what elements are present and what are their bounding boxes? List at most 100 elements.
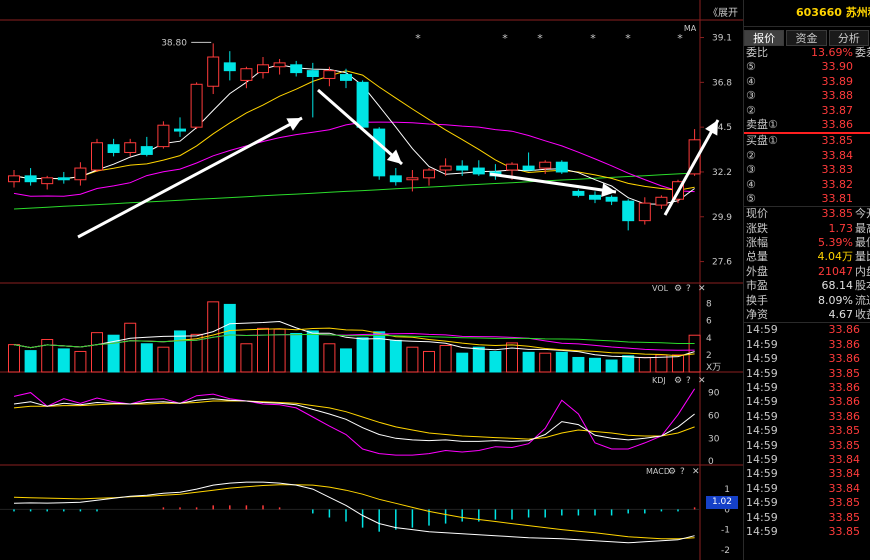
volume-bar	[340, 348, 352, 373]
buy-order-book: 买盘① 33.85 ② 33.84 ③ 33.83 ④ 33.82 ⑤ 33.81	[744, 134, 870, 206]
tab-funds[interactable]: 资金	[786, 30, 827, 46]
tick-time: 14:59	[746, 452, 778, 466]
kdj-axis-label: 30	[708, 434, 720, 444]
row-value: 33.82	[821, 177, 854, 191]
candle-body	[124, 142, 137, 153]
row-value: 33.86	[821, 117, 854, 131]
settings-icon[interactable]: ⚙	[668, 467, 676, 477]
stock-name: 苏州科	[845, 6, 870, 19]
tick-row[interactable]: 14:59 33.86	[744, 410, 870, 424]
tick-price: 33.86	[828, 395, 861, 409]
close-icon[interactable]: ✕	[692, 467, 700, 477]
sell-level-row: ③ 33.88	[744, 89, 870, 103]
candle-body	[157, 124, 170, 148]
tick-list[interactable]: 14:59 33.86 14:59 33.86 14:59 33.86 14:59 33.85…	[744, 323, 870, 539]
settings-icon[interactable]: ⚙	[674, 376, 682, 386]
candle-body	[456, 165, 469, 171]
tick-row[interactable]: 14:59 33.86	[744, 395, 870, 409]
volume-bar	[539, 352, 552, 373]
candle	[174, 117, 186, 137]
volume-bar	[91, 332, 103, 373]
tick-row[interactable]: 14:59 33.86	[744, 381, 870, 395]
close-icon[interactable]: ✕	[698, 376, 706, 386]
candle	[74, 162, 87, 186]
tick-price: 33.86	[828, 352, 861, 366]
candle-body	[273, 62, 286, 68]
webi-row: 委比 13.69% 委差	[744, 46, 870, 60]
row-value: 4.67	[828, 308, 854, 322]
row-value: 33.90	[821, 60, 854, 74]
row-label: ②	[746, 148, 756, 162]
row-label: ⑤	[746, 191, 756, 205]
tick-row[interactable]: 14:59 33.85	[744, 424, 870, 438]
tick-row[interactable]: 14:59 33.85	[744, 367, 870, 381]
tick-row[interactable]: 14:59 33.85	[744, 511, 870, 525]
tab-quote[interactable]: 报价	[744, 30, 785, 46]
candle-body	[107, 144, 120, 153]
candle	[356, 80, 369, 130]
candle-body	[638, 202, 651, 222]
candle	[91, 138, 103, 172]
tick-time: 14:59	[746, 395, 778, 409]
candle	[572, 189, 585, 198]
tick-price: 33.84	[828, 452, 861, 466]
volume-bar	[290, 333, 303, 373]
candle	[306, 62, 319, 118]
row-value: 8.09%	[818, 293, 853, 307]
candle-body	[356, 81, 369, 128]
tick-time: 14:59	[746, 337, 778, 351]
event-star-icon: *	[502, 32, 508, 45]
event-star-icon: *	[625, 32, 631, 45]
row-extra: 收益	[855, 308, 870, 322]
help-icon[interactable]: ?	[686, 376, 691, 386]
candle	[207, 43, 220, 95]
candle-body	[506, 163, 518, 171]
volume-bar	[157, 346, 170, 373]
tick-row[interactable]: 14:59 33.85	[744, 525, 870, 539]
stat-row: 涨幅 5.39%最低	[744, 236, 870, 250]
volume-bar	[522, 351, 535, 373]
row-label: ④	[746, 177, 756, 191]
expand-button[interactable]: 《展开	[708, 4, 738, 19]
candle	[489, 164, 502, 180]
candle-body	[572, 190, 585, 196]
tick-time: 14:59	[746, 467, 778, 481]
row-extra: 量比	[855, 250, 870, 264]
candle-body	[24, 175, 37, 183]
tick-row[interactable]: 14:59 33.84	[744, 453, 870, 467]
volume-bar	[672, 354, 684, 373]
row-label: 涨幅	[746, 236, 768, 250]
volume-bar	[622, 355, 635, 373]
webi-extra: 委差	[855, 46, 870, 59]
row-value: 33.81	[821, 191, 854, 205]
candle	[223, 51, 236, 81]
tick-row[interactable]: 14:59 33.84	[744, 467, 870, 481]
candle-body	[223, 62, 236, 72]
volume-bar	[389, 339, 402, 373]
tick-row[interactable]: 14:59 33.84	[744, 482, 870, 496]
tick-row[interactable]: 14:59 33.85	[744, 439, 870, 453]
quote-tabs: 报价 资金 分析	[744, 30, 870, 46]
volume-bar	[423, 350, 435, 373]
kline-chart-svg[interactable]: 39.136.834.532.229.927.6MA* * * * * *38.80864…	[0, 0, 743, 560]
settings-icon[interactable]: ⚙	[674, 284, 682, 294]
close-icon[interactable]: ✕	[698, 284, 706, 294]
kline-chart-area[interactable]: 39.1 36.8 34.5 32.2 29.9 27.6 MA * * * * * * 38.80 8 6 4…	[0, 0, 743, 560]
tick-row[interactable]: 14:59 33.86	[744, 323, 870, 337]
candle-body	[472, 167, 485, 175]
tick-price: 33.85	[828, 524, 861, 538]
tab-analysis[interactable]: 分析	[828, 30, 869, 46]
help-icon[interactable]: ?	[680, 467, 685, 477]
tick-row[interactable]: 14:59 33.85	[744, 496, 870, 510]
ma-label: MA	[684, 24, 697, 33]
price-axis-label: 29.9	[712, 213, 732, 223]
help-icon[interactable]: ?	[686, 284, 691, 294]
kdj-j-line	[13, 388, 696, 456]
sell-level-row: 卖盘① 33.86	[744, 118, 870, 132]
tick-row[interactable]: 14:59 33.86	[744, 352, 870, 366]
tick-price: 33.86	[828, 380, 861, 394]
price-axis-label: 32.2	[712, 168, 732, 178]
tick-row[interactable]: 14:59 33.86	[744, 338, 870, 352]
tick-price: 33.85	[828, 510, 861, 524]
candle	[257, 57, 269, 79]
